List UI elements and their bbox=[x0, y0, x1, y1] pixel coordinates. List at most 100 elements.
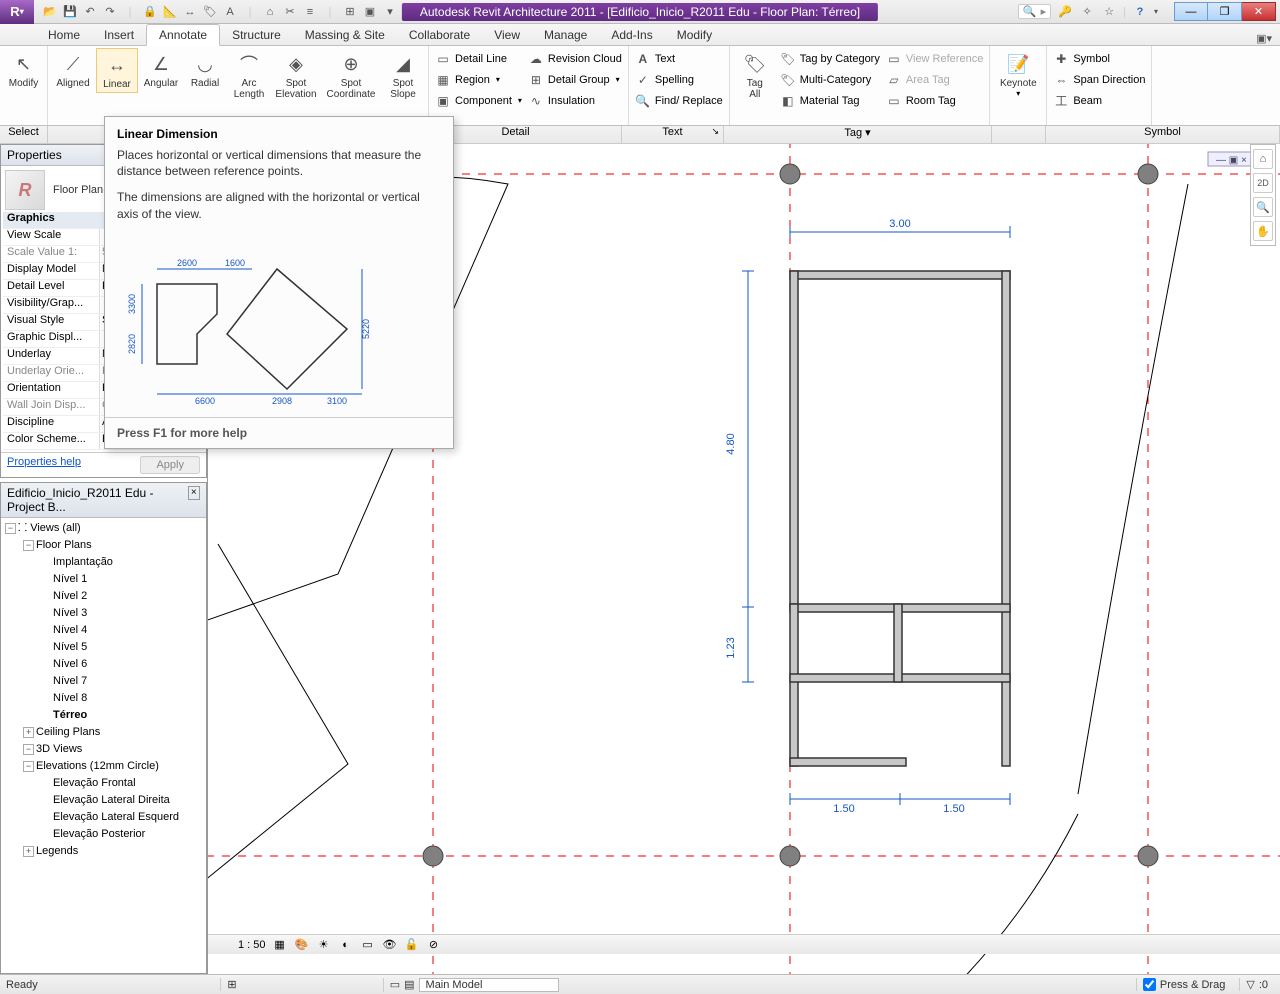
spot-coordinate-button[interactable]: ⊕Spot Coordinate bbox=[322, 48, 380, 102]
spelling-button[interactable]: ✓Spelling bbox=[633, 69, 725, 90]
filter-icon[interactable]: ▽ bbox=[1246, 978, 1254, 991]
default3d-icon[interactable]: ⌂ bbox=[262, 4, 278, 20]
tree-item[interactable]: Nível 6 bbox=[53, 656, 202, 673]
tab-modify[interactable]: Modify bbox=[665, 25, 724, 45]
browser-tree[interactable]: −⸬ Views (all) −Floor Plans ImplantaçãoN… bbox=[1, 518, 206, 862]
spot-elevation-button[interactable]: ◈Spot Elevation bbox=[272, 48, 320, 102]
revision-cloud-button[interactable]: ☁Revision Cloud bbox=[526, 48, 624, 69]
tree-item[interactable]: Elevação Lateral Esquerd bbox=[53, 809, 202, 826]
tree-item[interactable]: Nível 8 bbox=[53, 690, 202, 707]
tree-item[interactable]: Elevação Lateral Direita bbox=[53, 792, 202, 809]
text-button[interactable]: AText bbox=[633, 48, 725, 69]
insulation-button[interactable]: ∿Insulation bbox=[526, 90, 624, 111]
undo-icon[interactable]: ↶ bbox=[82, 4, 98, 20]
detail-level-icon[interactable]: ▦ bbox=[272, 937, 288, 953]
view-scale[interactable]: 1 : 50 bbox=[238, 939, 266, 951]
tag-category-button[interactable]: 🏷Tag by Category bbox=[778, 48, 882, 69]
tree-item[interactable]: Térreo bbox=[53, 707, 202, 724]
component-button[interactable]: ▣Component▾ bbox=[433, 90, 524, 111]
tree-item[interactable]: Nível 1 bbox=[53, 571, 202, 588]
help-icon[interactable]: ? bbox=[1132, 4, 1148, 20]
shadow-icon[interactable]: ◐ bbox=[338, 937, 354, 953]
tree-item[interactable]: Nível 4 bbox=[53, 622, 202, 639]
keynote-button[interactable]: 📝Keynote▾ bbox=[994, 48, 1042, 100]
spell-icon: ✓ bbox=[635, 72, 651, 88]
spot-slope-button[interactable]: ◢Spot Slope bbox=[382, 48, 424, 102]
aligned-dim-button[interactable]: ⟋Aligned bbox=[52, 48, 94, 91]
switch-icon[interactable]: ⊞ bbox=[342, 4, 358, 20]
save-icon[interactable]: 💾 bbox=[62, 4, 78, 20]
region-button[interactable]: ▦Region▾ bbox=[433, 69, 524, 90]
tree-item[interactable]: Implantação bbox=[53, 554, 202, 571]
main-model-combo[interactable]: Main Model bbox=[419, 978, 559, 992]
text-icon[interactable]: A bbox=[222, 4, 238, 20]
section-icon[interactable]: ✂ bbox=[282, 4, 298, 20]
dropdown-icon[interactable]: ▾ bbox=[382, 4, 398, 20]
tree-item[interactable]: Elevação Posterior bbox=[53, 826, 202, 843]
symbol-button[interactable]: ✚Symbol bbox=[1051, 48, 1147, 69]
tag-icon[interactable]: 🏷 bbox=[202, 4, 218, 20]
tab-view[interactable]: View bbox=[482, 25, 532, 45]
home-icon[interactable]: ⌂ bbox=[1253, 149, 1273, 169]
thin-icon[interactable]: ≡ bbox=[302, 4, 318, 20]
tag-all-button[interactable]: 🏷Tag All bbox=[734, 48, 776, 102]
material-tag-button[interactable]: ◧Material Tag bbox=[778, 90, 882, 111]
radial-dim-button[interactable]: ◡Radial bbox=[184, 48, 226, 91]
arc-length-button[interactable]: ⌒Arc Length bbox=[228, 48, 270, 102]
tree-item[interactable]: Nível 3 bbox=[53, 605, 202, 622]
tree-item[interactable]: Elevação Frontal bbox=[53, 775, 202, 792]
zoom-icon[interactable]: 🔍 bbox=[1253, 197, 1273, 217]
detail-line-button[interactable]: ▭Detail Line bbox=[433, 48, 524, 69]
worksets-icon[interactable]: ⊞ bbox=[227, 978, 236, 991]
tab-structure[interactable]: Structure bbox=[220, 25, 293, 45]
span-direction-button[interactable]: ⇔Span Direction bbox=[1051, 69, 1147, 90]
tree-item[interactable]: Nível 5 bbox=[53, 639, 202, 656]
find-replace-button[interactable]: 🔍Find/ Replace bbox=[633, 90, 725, 111]
app-menu-button[interactable]: R▾ bbox=[0, 0, 34, 24]
press-drag-checkbox[interactable] bbox=[1143, 978, 1156, 991]
modify-button[interactable]: ↖ Modify bbox=[4, 48, 43, 91]
multi-category-button[interactable]: 🏷Multi-Category bbox=[778, 69, 882, 90]
beam-button[interactable]: 工Beam bbox=[1051, 90, 1147, 111]
ribbon-collapse-icon[interactable]: ▣▾ bbox=[1248, 32, 1280, 45]
open-icon[interactable]: 📂 bbox=[42, 4, 58, 20]
infocenter-search[interactable]: 🔍▸ bbox=[1018, 4, 1051, 19]
room-tag-button[interactable]: ▭Room Tag bbox=[884, 90, 985, 111]
editable-only-icon[interactable]: ▭ bbox=[390, 978, 400, 991]
2d-icon[interactable]: 2D bbox=[1253, 173, 1273, 193]
tab-addins[interactable]: Add-Ins bbox=[599, 25, 664, 45]
tab-collaborate[interactable]: Collaborate bbox=[397, 25, 482, 45]
tab-annotate[interactable]: Annotate bbox=[146, 24, 220, 46]
sun-icon[interactable]: ☀ bbox=[316, 937, 332, 953]
exchange-icon[interactable]: ✧ bbox=[1079, 4, 1095, 20]
browser-close-icon[interactable]: × bbox=[188, 486, 200, 500]
lock-icon[interactable]: 🔒 bbox=[142, 4, 158, 20]
subscription-icon[interactable]: 🔑 bbox=[1057, 4, 1073, 20]
view-nav-bar[interactable]: ⌂ 2D 🔍 ✋ bbox=[1250, 144, 1276, 246]
linear-dim-button[interactable]: ↔Linear bbox=[96, 48, 138, 93]
favorite-icon[interactable]: ☆ bbox=[1101, 4, 1117, 20]
design-options-icon[interactable]: ▤ bbox=[404, 978, 414, 991]
pan-icon[interactable]: ✋ bbox=[1253, 221, 1273, 241]
minimize-button[interactable]: — bbox=[1174, 2, 1208, 21]
visual-style-icon[interactable]: 🎨 bbox=[294, 937, 310, 953]
hide-icon[interactable]: 👁 bbox=[382, 937, 398, 953]
redo-icon[interactable]: ↷ bbox=[102, 4, 118, 20]
tab-massing[interactable]: Massing & Site bbox=[293, 25, 397, 45]
dim-icon[interactable]: ↔ bbox=[182, 4, 198, 20]
tree-item[interactable]: Nível 7 bbox=[53, 673, 202, 690]
close-hidden-icon[interactable]: ▣ bbox=[362, 4, 378, 20]
angular-dim-button[interactable]: ∠Angular bbox=[140, 48, 182, 91]
tree-item[interactable]: Nível 2 bbox=[53, 588, 202, 605]
reveal-icon[interactable]: 🔓 bbox=[404, 937, 420, 953]
measure-icon[interactable]: 📐 bbox=[162, 4, 178, 20]
temp-icon[interactable]: ⊘ bbox=[426, 937, 442, 953]
tab-home[interactable]: Home bbox=[36, 25, 92, 45]
properties-help-link[interactable]: Properties help bbox=[7, 456, 81, 474]
close-button[interactable]: ✕ bbox=[1242, 2, 1276, 21]
tab-manage[interactable]: Manage bbox=[532, 25, 599, 45]
tab-insert[interactable]: Insert bbox=[92, 25, 146, 45]
crop-icon[interactable]: ▭ bbox=[360, 937, 376, 953]
maximize-button[interactable]: ❐ bbox=[1208, 2, 1242, 21]
detail-group-button[interactable]: ⊞Detail Group▾ bbox=[526, 69, 624, 90]
